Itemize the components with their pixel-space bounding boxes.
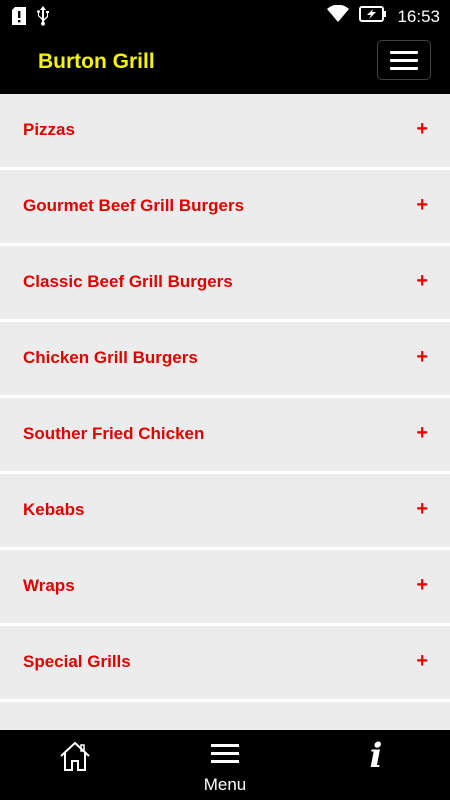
- category-item-special-grills[interactable]: Special Grills +: [0, 626, 450, 702]
- hamburger-menu-button[interactable]: [377, 40, 431, 80]
- home-button[interactable]: [58, 740, 92, 774]
- app-screen: 16:53 Burton Grill Pizzas + Gourmet Beef…: [0, 0, 450, 800]
- expand-plus-icon[interactable]: +: [416, 192, 428, 218]
- status-bar: 16:53: [0, 0, 450, 32]
- category-label: Kebabs: [23, 500, 85, 519]
- expand-plus-icon[interactable]: +: [416, 648, 428, 674]
- menu-tab-label: Menu: [203, 775, 247, 794]
- home-icon: [60, 741, 90, 771]
- bottom-navigation: Menu i: [0, 730, 450, 800]
- category-item-souther-fried-chicken[interactable]: Souther Fried Chicken +: [0, 398, 450, 474]
- category-list[interactable]: Pizzas + Gourmet Beef Grill Burgers + Cl…: [0, 94, 450, 730]
- usb-icon: [36, 6, 50, 31]
- category-label: Pizzas: [23, 120, 75, 139]
- category-item-classic-beef-grill-burgers[interactable]: Classic Beef Grill Burgers +: [0, 246, 450, 322]
- category-item-gourmet-beef-grill-burgers[interactable]: Gourmet Beef Grill Burgers +: [0, 170, 450, 246]
- category-label: Classic Beef Grill Burgers: [23, 272, 233, 291]
- status-time: 16:53: [397, 6, 440, 26]
- category-item-kebabs[interactable]: Kebabs +: [0, 474, 450, 550]
- info-button[interactable]: i: [362, 736, 390, 776]
- expand-plus-icon[interactable]: +: [416, 420, 428, 446]
- wifi-icon: [327, 4, 350, 28]
- category-item-pizzas[interactable]: Pizzas +: [0, 94, 450, 170]
- category-item-chicken-grill-burgers[interactable]: Chicken Grill Burgers +: [0, 322, 450, 398]
- battery-charging-icon: [359, 6, 387, 27]
- category-item-wraps[interactable]: Wraps +: [0, 550, 450, 626]
- hamburger-icon: [390, 50, 418, 54]
- menu-tab-button[interactable]: Menu: [185, 738, 265, 798]
- expand-plus-icon[interactable]: +: [416, 344, 428, 370]
- category-label: Wraps: [23, 576, 75, 595]
- info-icon: i: [369, 736, 383, 776]
- category-item-partial[interactable]: [0, 702, 450, 730]
- category-label: Gourmet Beef Grill Burgers: [23, 196, 245, 215]
- category-label: Chicken Grill Burgers: [23, 348, 198, 367]
- expand-plus-icon[interactable]: +: [416, 572, 428, 598]
- expand-plus-icon[interactable]: +: [416, 496, 428, 522]
- app-title: Burton Grill: [38, 50, 155, 73]
- app-header: Burton Grill: [0, 32, 450, 94]
- menu-lines-icon: [211, 744, 239, 763]
- category-label: Souther Fried Chicken: [23, 424, 205, 443]
- expand-plus-icon[interactable]: +: [416, 116, 428, 142]
- sim-alert-icon: [12, 7, 26, 30]
- expand-plus-icon[interactable]: +: [416, 268, 428, 294]
- category-label: Special Grills: [23, 652, 131, 671]
